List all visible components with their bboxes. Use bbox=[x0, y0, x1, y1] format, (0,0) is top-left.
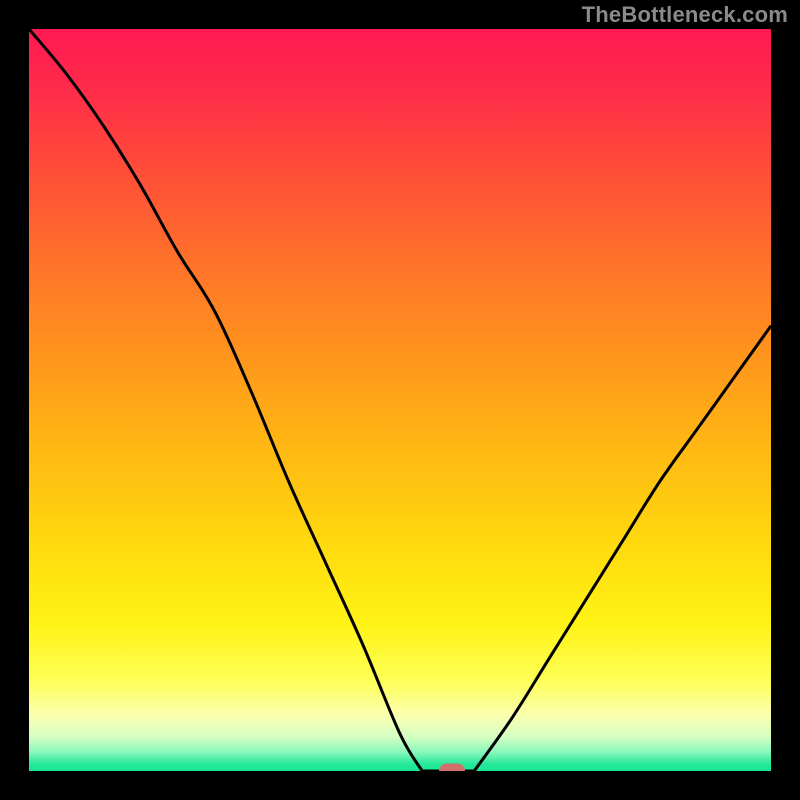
chart-frame: TheBottleneck.com bbox=[0, 0, 800, 800]
watermark-text: TheBottleneck.com bbox=[582, 2, 788, 28]
right-segment-curve bbox=[474, 326, 771, 771]
plot-area bbox=[29, 29, 771, 771]
minimum-marker bbox=[439, 764, 465, 772]
curve-layer bbox=[29, 29, 771, 771]
left-segment-curve bbox=[29, 29, 422, 771]
